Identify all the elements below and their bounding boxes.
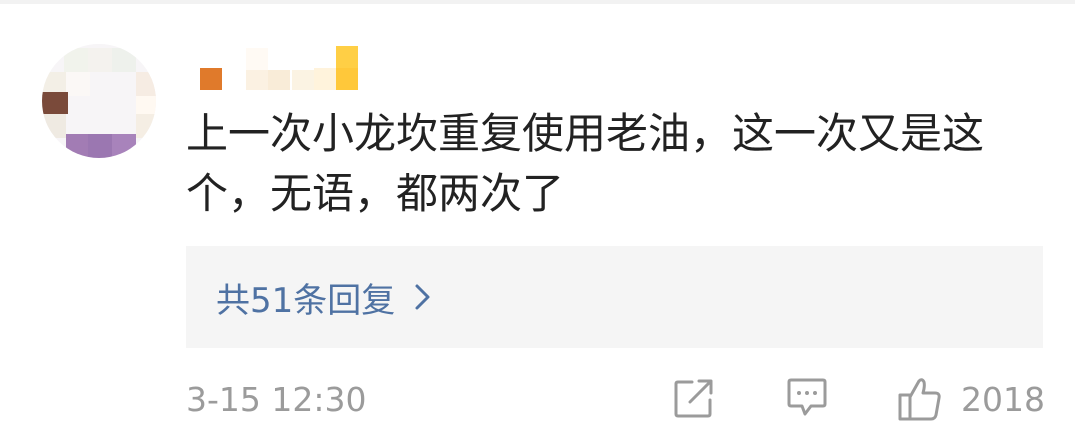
comment-timestamp: 3-15 12:30 <box>186 380 367 419</box>
replies-panel[interactable]: 共51条回复 <box>186 246 1043 348</box>
view-replies-link[interactable]: 共51条回复 <box>216 272 433 322</box>
replies-count-label: 共51条回复 <box>216 280 396 321</box>
comment-text: 上一次小龙坎重复使用老油，这一次又是这个，无语，都两次了 <box>186 109 985 218</box>
username-censored[interactable] <box>196 46 366 92</box>
thumbs-up-icon <box>898 378 941 421</box>
share-icon[interactable] <box>672 374 716 420</box>
like-count: 2018 <box>961 379 1045 419</box>
comment-icon[interactable] <box>785 374 829 420</box>
top-divider <box>0 0 1075 4</box>
chevron-right-icon <box>415 284 430 310</box>
like-button[interactable]: 2018 <box>897 374 1045 424</box>
avatar[interactable] <box>42 44 156 158</box>
